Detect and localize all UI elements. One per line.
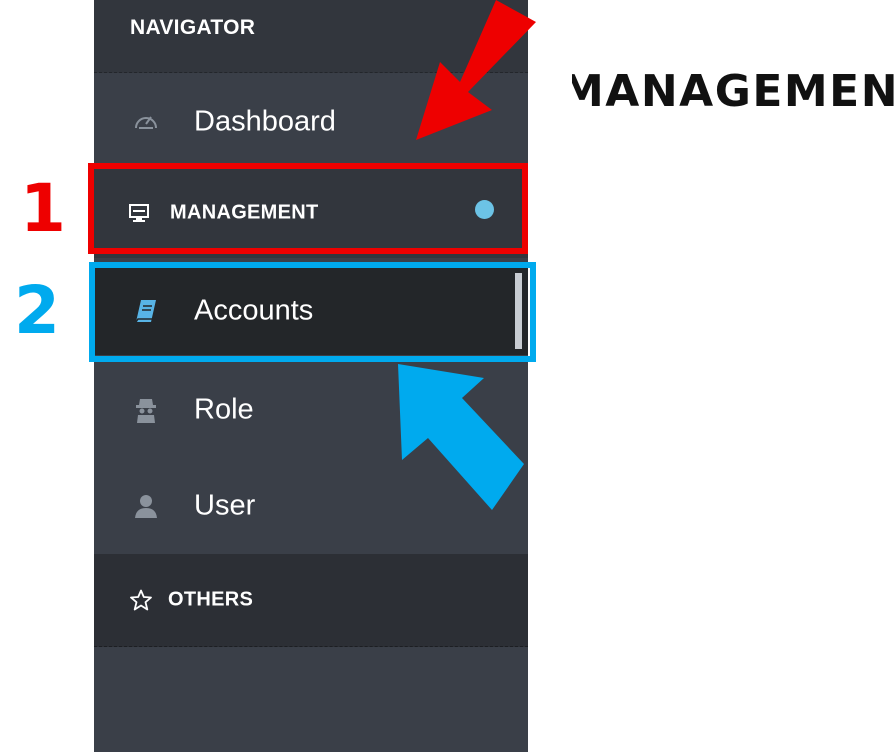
user-icon (132, 492, 160, 520)
annotation-number-1: 1 (20, 170, 66, 247)
page-heading-text: MANAGEMENT (572, 66, 894, 117)
sidebar-item-label: Dashboard (194, 105, 336, 138)
spy-icon (132, 396, 160, 424)
page-heading: MANAGEMENT (572, 66, 894, 117)
red-arrow-icon (416, 0, 536, 140)
blue-arrow-icon (398, 364, 524, 510)
sidebar-header-label: NAVIGATOR (130, 16, 256, 39)
sidebar-section-others[interactable]: OTHERS (94, 554, 528, 647)
highlight-box-red (88, 163, 528, 254)
annotation-number-2: 2 (14, 272, 60, 349)
sidebar-item-label: User (194, 489, 256, 522)
screenshot-stage: NAVIGATOR Dashboard MANAGEMENT Accounts … (0, 0, 894, 752)
speedometer-icon (132, 108, 160, 136)
highlight-box-blue (89, 262, 536, 362)
sidebar-item-label: Role (194, 393, 254, 426)
sidebar-section-label: OTHERS (168, 588, 254, 611)
star-icon (130, 589, 152, 611)
